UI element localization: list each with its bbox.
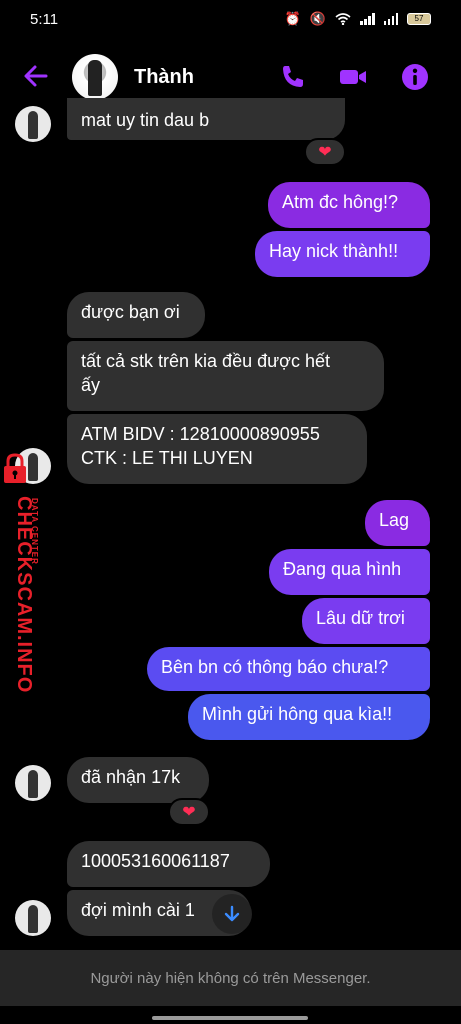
message-bubble[interactable]: tất cả stk trên kia đều được hết ấy: [67, 341, 384, 411]
watermark: CHECKSCAM.INFO DATA CENTER: [0, 452, 48, 693]
message-bubble[interactable]: Atm đc hông!?: [268, 182, 430, 228]
message-bubble[interactable]: ATM BIDV : 12810000890955 CTK : LE THI L…: [67, 414, 367, 484]
lock-icon: [4, 453, 26, 483]
status-icons: ⏰ 🔇 57: [285, 11, 431, 27]
heart-icon: ❤: [182, 804, 196, 821]
message-bubble[interactable]: Bên bn có thông báo chưa!?: [147, 647, 430, 691]
watermark-subtitle: DATA CENTER: [30, 498, 39, 565]
message-bubble[interactable]: Đang qua hình: [269, 549, 430, 595]
contact-avatar[interactable]: [72, 54, 118, 100]
scroll-down-button[interactable]: [212, 894, 252, 934]
wifi-icon: [335, 13, 351, 25]
message-bubble[interactable]: Mình gửi hông qua kìa!!: [188, 694, 430, 740]
alarm-icon: ⏰: [284, 11, 301, 26]
sender-avatar[interactable]: [15, 765, 51, 801]
battery-icon: 57: [407, 13, 431, 25]
reaction-badge[interactable]: ❤: [168, 798, 210, 826]
unavailable-notice: Người này hiện không có trên Messenger.: [90, 969, 371, 987]
sender-avatar[interactable]: [15, 106, 51, 142]
unavailable-notice-bar: Người này hiện không có trên Messenger.: [0, 950, 461, 1006]
message-bubble[interactable]: 100053160061187: [67, 841, 270, 887]
message-bubble[interactable]: được bạn ơi: [67, 292, 205, 338]
message-bubble[interactable]: Lâu dữ trơi: [302, 598, 430, 644]
sender-avatar[interactable]: [15, 900, 51, 936]
message-bubble[interactable]: Lag: [365, 500, 430, 546]
info-icon[interactable]: [400, 62, 430, 92]
signal-icon-2: [383, 13, 398, 25]
contact-name[interactable]: Thành: [134, 66, 194, 89]
status-time: 5:11: [30, 11, 59, 28]
home-indicator[interactable]: [152, 1016, 308, 1020]
arrow-down-icon: [224, 905, 240, 922]
video-call-icon[interactable]: [338, 62, 368, 92]
mute-icon: 🔇: [309, 11, 326, 26]
signal-icon: [360, 13, 375, 25]
phone-call-icon[interactable]: [278, 62, 308, 92]
message-bubble[interactable]: đã nhận 17k: [67, 757, 209, 803]
reaction-badge[interactable]: ❤: [304, 138, 346, 166]
message-bubble[interactable]: mat uy tin dau b: [67, 98, 345, 140]
heart-icon: ❤: [318, 144, 332, 161]
message-bubble[interactable]: Hay nick thành!!: [255, 231, 430, 277]
status-bar: 5:11 ⏰ 🔇 57: [0, 0, 461, 40]
back-arrow-icon[interactable]: [22, 62, 50, 90]
